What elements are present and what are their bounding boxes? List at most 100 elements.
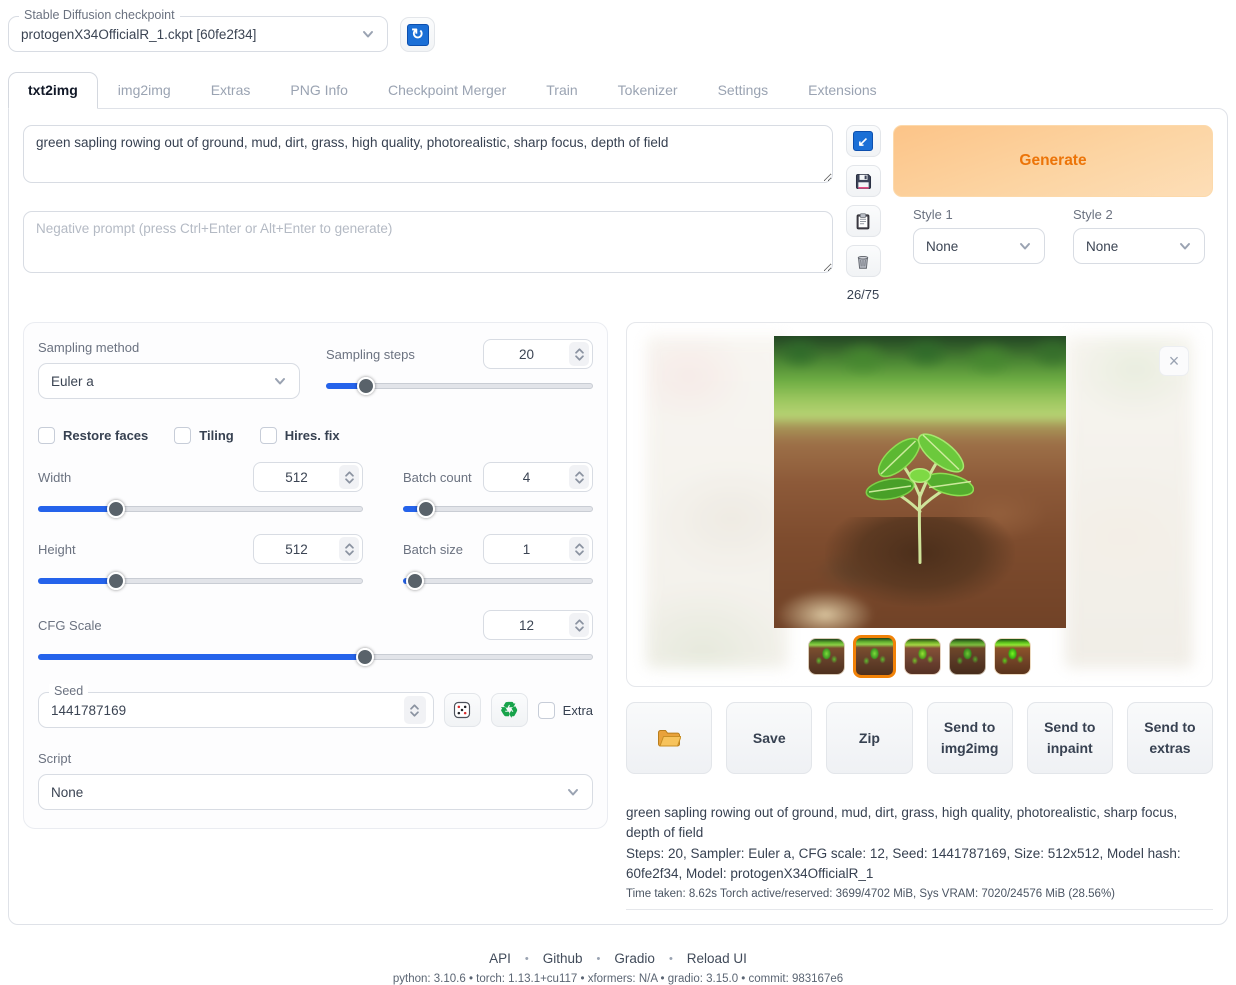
generation-info-prompt: green sapling rowing out of ground, mud,… (626, 803, 1213, 844)
tab-settings[interactable]: Settings (698, 72, 789, 108)
sampling-method-select[interactable]: Euler a (38, 363, 300, 399)
gallery-thumbnail-3[interactable] (904, 638, 941, 675)
footer: API • Github • Gradio • Reload UI python… (8, 951, 1228, 985)
batch-count-label: Batch count (403, 470, 472, 485)
style2-label: Style 2 (1073, 207, 1205, 222)
trash-icon (854, 252, 872, 271)
reuse-seed-button[interactable]: ♻ (491, 693, 528, 727)
paste-params-button[interactable]: ↙ (846, 125, 881, 157)
hires-fix-checkbox[interactable]: Hires. fix (260, 427, 340, 444)
negative-prompt-input[interactable] (23, 211, 833, 273)
gallery-thumbnail-2-selected[interactable] (853, 635, 896, 678)
gallery-prev-image[interactable] (646, 336, 788, 668)
gallery-thumbnail-1[interactable] (808, 638, 845, 675)
tab-checkpoint-merger[interactable]: Checkpoint Merger (368, 72, 526, 108)
width-label: Width (38, 470, 71, 485)
send-to-extras-button[interactable]: Send to extras (1127, 702, 1213, 774)
zip-button[interactable]: Zip (826, 702, 912, 774)
paste-arrow-icon: ↙ (853, 131, 873, 151)
close-icon: × (1169, 352, 1180, 370)
clear-prompt-button[interactable] (846, 245, 881, 277)
extra-seed-checkbox[interactable]: Extra (538, 702, 593, 719)
generation-settings-panel: Sampling method Euler a Sampling steps 2… (23, 322, 608, 829)
chevron-down-icon (1178, 239, 1192, 253)
floppy-disk-icon (854, 172, 873, 191)
gallery-thumbnail-5[interactable] (994, 638, 1031, 675)
batch-count-slider[interactable] (403, 500, 593, 518)
batch-size-input[interactable]: 1 (483, 534, 593, 564)
checkbox-icon (260, 427, 277, 444)
sampling-steps-input[interactable]: 20 (483, 339, 593, 369)
height-label: Height (38, 542, 76, 557)
stepper-icon[interactable] (569, 465, 589, 489)
token-counter: 26/75 (847, 287, 880, 302)
footer-link-github[interactable]: Github (543, 951, 583, 966)
stepper-icon[interactable] (404, 696, 426, 724)
script-label: Script (38, 751, 71, 766)
height-slider[interactable] (38, 572, 363, 590)
tiling-checkbox[interactable]: Tiling (174, 427, 233, 444)
dice-icon (452, 700, 472, 720)
sampling-steps-slider[interactable] (326, 377, 593, 395)
footer-versions: python: 3.10.6 • torch: 1.13.1+cu117 • x… (8, 973, 1228, 985)
style1-select[interactable]: None (913, 228, 1045, 264)
batch-count-input[interactable]: 4 (483, 462, 593, 492)
save-button[interactable]: Save (726, 702, 812, 774)
width-input[interactable]: 512 (253, 462, 363, 492)
send-to-img2img-button[interactable]: Send to img2img (927, 702, 1013, 774)
apply-style-button[interactable] (846, 205, 881, 237)
seed-input[interactable]: Seed 1441787169 (38, 692, 434, 728)
main-tabs: txt2img img2img Extras PNG Info Checkpoi… (8, 72, 1228, 108)
stepper-icon[interactable] (569, 613, 589, 637)
tab-img2img[interactable]: img2img (98, 72, 191, 108)
open-folder-button[interactable] (626, 702, 712, 774)
cfg-scale-input[interactable]: 12 (483, 610, 593, 640)
output-panel: × (626, 322, 1213, 910)
footer-link-api[interactable]: API (489, 951, 511, 966)
checkbox-icon (38, 427, 55, 444)
style2-select[interactable]: None (1073, 228, 1205, 264)
save-style-button[interactable] (846, 165, 881, 197)
checkbox-icon (538, 702, 555, 719)
sampling-method-label: Sampling method (38, 340, 139, 355)
height-input[interactable]: 512 (253, 534, 363, 564)
prompt-input[interactable]: green sapling rowing out of ground, mud,… (23, 125, 833, 183)
gallery-next-image[interactable] (1065, 336, 1193, 668)
batch-size-label: Batch size (403, 542, 463, 557)
sapling-illustration (845, 418, 995, 578)
refresh-checkpoint-button[interactable]: ↻ (400, 17, 435, 52)
tab-txt2img[interactable]: txt2img (8, 72, 98, 109)
checkpoint-value: protogenX34OfficialR_1.ckpt [60fe2f34] (21, 27, 361, 42)
folder-icon (657, 728, 681, 748)
stepper-icon[interactable] (339, 537, 359, 561)
send-to-inpaint-button[interactable]: Send to inpaint (1027, 702, 1113, 774)
stepper-icon[interactable] (569, 342, 589, 366)
script-select[interactable]: None (38, 774, 593, 810)
footer-link-reload-ui[interactable]: Reload UI (687, 951, 747, 966)
chevron-down-icon (1018, 239, 1032, 253)
generate-button[interactable]: Generate (893, 125, 1213, 197)
width-slider[interactable] (38, 500, 363, 518)
close-gallery-button[interactable]: × (1159, 346, 1189, 376)
cfg-scale-slider[interactable] (38, 648, 593, 666)
tab-tokenizer[interactable]: Tokenizer (598, 72, 698, 108)
clipboard-icon (854, 212, 872, 231)
gallery-thumbnail-4[interactable] (949, 638, 986, 675)
tab-extras[interactable]: Extras (191, 72, 271, 108)
batch-size-slider[interactable] (403, 572, 593, 590)
generation-info-params: Steps: 20, Sampler: Euler a, CFG scale: … (626, 844, 1213, 885)
sampling-steps-label: Sampling steps (326, 347, 415, 362)
tab-train[interactable]: Train (526, 72, 597, 108)
random-seed-button[interactable] (444, 693, 481, 727)
tab-png-info[interactable]: PNG Info (270, 72, 368, 108)
stepper-icon[interactable] (339, 465, 359, 489)
footer-link-gradio[interactable]: Gradio (614, 951, 655, 966)
generated-image[interactable] (774, 336, 1066, 628)
generation-info: green sapling rowing out of ground, mud,… (626, 803, 1213, 910)
chevron-down-icon (273, 374, 287, 388)
restore-faces-checkbox[interactable]: Restore faces (38, 427, 148, 444)
txt2img-panel: green sapling rowing out of ground, mud,… (8, 108, 1228, 925)
checkpoint-select[interactable]: Stable Diffusion checkpoint protogenX34O… (8, 16, 388, 52)
stepper-icon[interactable] (569, 537, 589, 561)
tab-extensions[interactable]: Extensions (788, 72, 896, 108)
